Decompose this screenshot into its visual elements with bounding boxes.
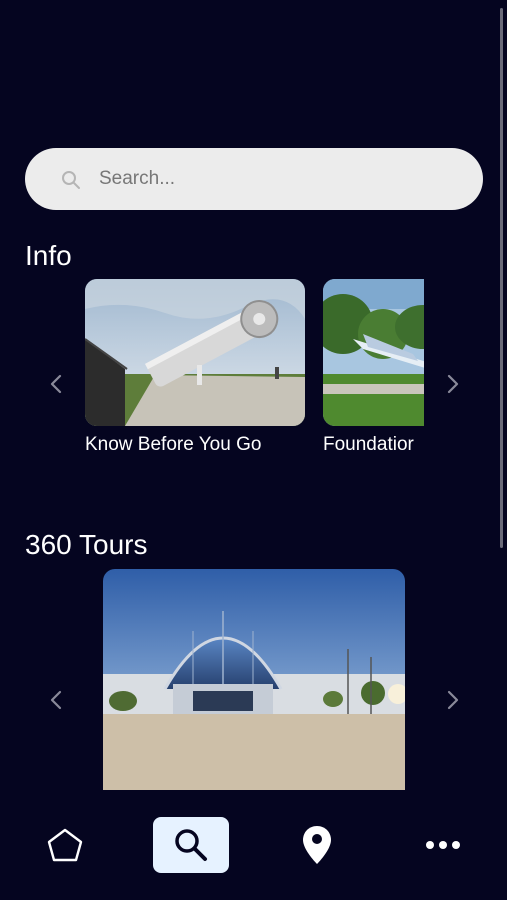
info-card[interactable]: Know Before You Go [85, 279, 305, 456]
info-card-label: Foundatior [323, 434, 414, 455]
more-icon [426, 841, 460, 849]
info-next-arrow[interactable] [443, 369, 463, 399]
scrollbar[interactable] [500, 8, 503, 548]
info-card[interactable]: Foundatior [323, 279, 424, 456]
tour-360-image[interactable] [103, 569, 405, 790]
nav-more[interactable] [405, 817, 481, 873]
chevron-right-icon [447, 374, 459, 394]
nav-search[interactable] [153, 817, 229, 873]
search-input[interactable] [99, 148, 459, 210]
tours-next-arrow[interactable] [443, 685, 463, 715]
nav-home[interactable] [27, 817, 103, 873]
home-icon [47, 828, 83, 862]
search-icon [175, 829, 207, 861]
info-carousel: Know Before You Go Foundatior [85, 279, 424, 459]
search-bar[interactable] [25, 148, 483, 210]
chevron-left-icon [50, 374, 62, 394]
info-card-label: Know Before You Go [85, 434, 262, 455]
tours-prev-arrow[interactable] [46, 685, 66, 715]
chevron-right-icon [447, 690, 459, 710]
know-before-you-go-image [85, 279, 305, 426]
location-pin-icon [303, 826, 331, 864]
nav-location[interactable] [279, 817, 355, 873]
info-prev-arrow[interactable] [46, 369, 66, 399]
search-icon [62, 171, 80, 189]
info-section-title: Info [25, 240, 72, 271]
foundation-image [323, 279, 424, 426]
bottom-nav [0, 800, 507, 900]
chevron-left-icon [50, 690, 62, 710]
tours-section-title: 360 Tours [25, 529, 148, 560]
